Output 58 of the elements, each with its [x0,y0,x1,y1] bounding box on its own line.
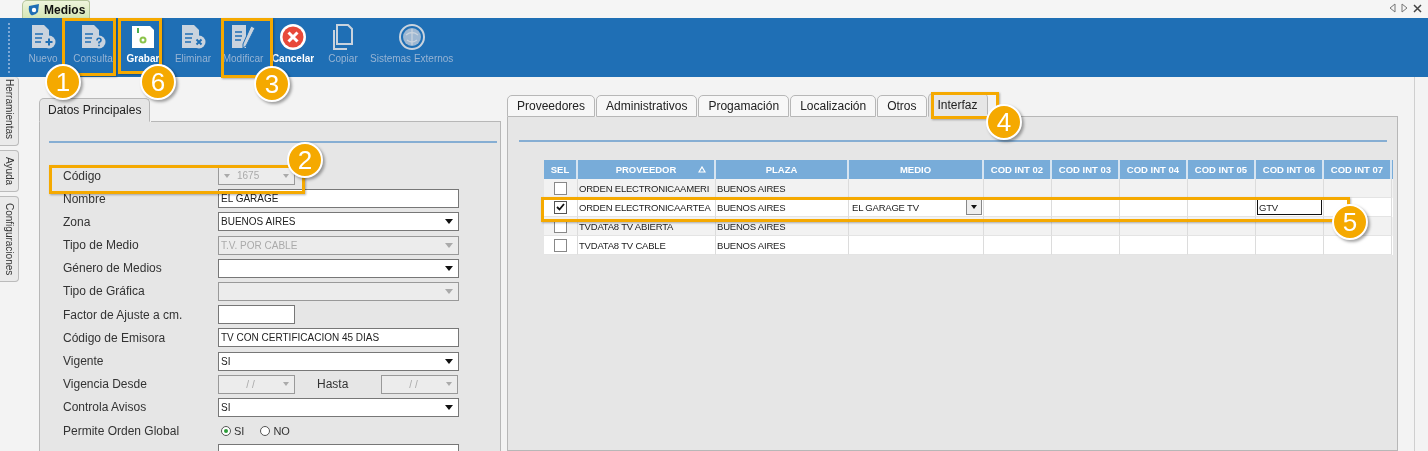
text-field[interactable]: GTV [1257,199,1322,215]
panel-tab[interactable]: Proveedores [507,95,596,117]
table-cell [1256,236,1324,255]
text-field[interactable]: TV CON CERTIFICACION 45 DIAS [218,328,459,348]
table-cell [1052,236,1120,255]
dropdown[interactable]: SI [218,351,459,371]
shield-icon [27,2,41,17]
cancel-icon [278,22,308,52]
document-tab[interactable]: Medios [22,0,91,18]
dropdown[interactable] [218,258,459,278]
left-arrow-icon[interactable] [1389,3,1396,13]
text-field[interactable]: EL GARAGE [218,189,459,209]
field-label: Vigencia Desde [63,377,148,392]
table-cell: ORDEN ELECTRONICAAMERI [578,179,716,198]
checkbox[interactable] [554,200,567,214]
field-label: Código [63,168,103,183]
field-label: Tipo de Gráfica [63,284,146,299]
checkbox[interactable] [554,238,567,252]
dropdown[interactable]: BUENOS AIRES [218,212,459,232]
table-cell: BUENOS AIRES [716,236,849,255]
document-tab-title: Medios [44,2,86,17]
panel-tab[interactable]: Localización [790,95,877,117]
side-tab[interactable]: Ayuda [0,150,19,193]
field-label: Género de Medios [63,261,163,276]
panel-tab[interactable]: Datos Principales [39,98,151,122]
field-label: Permite Orden Global [63,423,181,438]
field-label: Nombre [63,191,107,206]
dropdown[interactable]: SI [218,397,459,417]
right-arrow-icon[interactable] [1401,3,1408,13]
panel-tab[interactable]: Otros [877,95,927,117]
radio-option[interactable]: SI [221,424,245,437]
side-tab[interactable]: Configuraciones [0,196,19,283]
table-cell: TVDATA8 TV CABLE [578,236,716,255]
text-field[interactable] [218,305,295,325]
panel-tab[interactable]: Progamación [698,95,790,117]
sort-icon [698,166,706,173]
toolbar-button[interactable]: Grabar [118,18,168,64]
step-number: 3 [254,66,290,102]
step-number: 4 [986,104,1022,140]
field-label: Factor de Ajuste a cm. [63,307,184,322]
toolbar-button[interactable]: Cancelar [268,18,318,64]
dropdown[interactable]: EL GARAGE TV [850,198,982,216]
panel-tab[interactable]: Administrativos [596,95,698,117]
side-tab[interactable]: Herramientas [0,77,19,147]
field-label: Controla Avisos [63,400,148,415]
table-cell [984,236,1052,255]
table-cell [1120,236,1188,255]
field-label: Zona [63,214,92,229]
field-label: Vigente [63,354,105,368]
globe-icon [396,22,427,52]
field-label: Tipo de Medio [63,238,140,253]
table-cell [1188,236,1256,255]
table-cell: BUENOS AIRES [716,179,849,198]
field-label: Código de Emisora [63,330,167,345]
field-label: Hasta [317,377,350,392]
radio-option[interactable]: NO [260,424,290,437]
close-icon[interactable] [1413,3,1422,13]
checkbox[interactable] [554,181,567,195]
